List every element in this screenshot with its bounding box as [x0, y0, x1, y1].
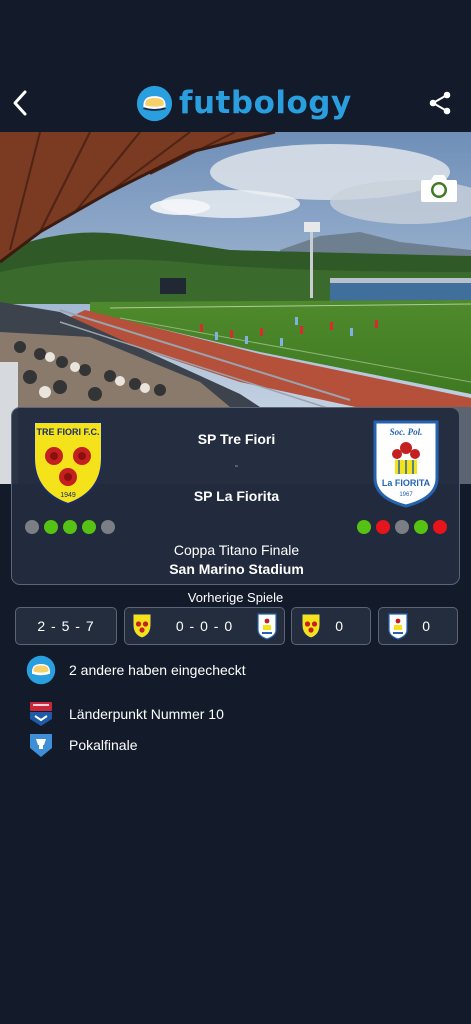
away-crest-text: Soc. Pol.	[390, 427, 423, 437]
previous-record-button[interactable]: 2 - 5 - 7	[15, 607, 117, 645]
country-point-badge-icon	[30, 702, 52, 726]
head-to-head-button[interactable]: 0 - 0 - 0	[124, 607, 285, 645]
match-card[interactable]: TRE FIORI F.C. 1949 SP Tre Fiori - SP La…	[11, 407, 460, 585]
checkin-row[interactable]: 2 andere haben eingecheckt	[26, 655, 246, 685]
chevron-left-icon	[13, 90, 27, 116]
away-form	[357, 520, 447, 534]
checkin-text: 2 andere haben eingecheckt	[69, 662, 246, 678]
home-previous-button[interactable]: 0	[291, 607, 371, 645]
share-icon	[429, 91, 451, 115]
tre-fiori-crest-icon	[301, 613, 321, 639]
away-form-dot	[395, 520, 409, 534]
away-crest-year: 1967	[399, 492, 413, 498]
futbology-checkin-icon	[26, 655, 56, 685]
brand-name: futbology	[179, 85, 352, 121]
cup-final-text: Pokalfinale	[69, 737, 138, 753]
home-form-dot	[101, 520, 115, 534]
country-point-row: Länderpunkt Nummer 10	[29, 700, 224, 728]
home-previous-count: 0	[335, 618, 344, 634]
futbology-logo-icon	[136, 85, 173, 121]
la-fiorita-crest-icon	[388, 613, 408, 640]
away-previous-count: 0	[422, 618, 431, 634]
camera-icon	[421, 175, 457, 202]
country-point-text: Länderpunkt Nummer 10	[69, 706, 224, 722]
home-form-dot	[44, 520, 58, 534]
home-form-dot	[25, 520, 39, 534]
previous-record: 2 - 5 - 7	[37, 618, 95, 634]
cup-final-badge-icon	[30, 734, 52, 757]
away-form-dot	[414, 520, 428, 534]
cup-final-row: Pokalfinale	[29, 732, 138, 758]
previous-games-title: Vorherige Spiele	[187, 590, 284, 605]
tre-fiori-crest-icon	[132, 613, 152, 639]
away-crest-name: La FIORITA	[382, 478, 431, 488]
home-form-dot	[63, 520, 77, 534]
away-previous-button[interactable]: 0	[378, 607, 458, 645]
camera-button[interactable]	[419, 172, 459, 204]
head-to-head-score: 0 - 0 - 0	[175, 618, 234, 634]
away-form-dot	[357, 520, 371, 534]
la-fiorita-crest-icon: Soc. Pol. La FIORITA 1967	[373, 420, 439, 508]
match-detail-screen: futbology TRE FIORI F.C. 1949 SP Tre Fio…	[0, 0, 471, 1024]
app-header: futbology	[0, 0, 471, 132]
away-form-dot	[376, 520, 390, 534]
home-form-dot	[82, 520, 96, 534]
back-button[interactable]	[8, 88, 32, 118]
share-button[interactable]	[427, 90, 453, 116]
competition-name[interactable]: Coppa Titano Finale	[12, 542, 461, 558]
home-form	[25, 520, 115, 534]
venue-name[interactable]: San Marino Stadium	[12, 561, 461, 577]
la-fiorita-crest-icon	[257, 613, 277, 640]
brand: futbology	[136, 83, 352, 123]
away-form-dot	[433, 520, 447, 534]
